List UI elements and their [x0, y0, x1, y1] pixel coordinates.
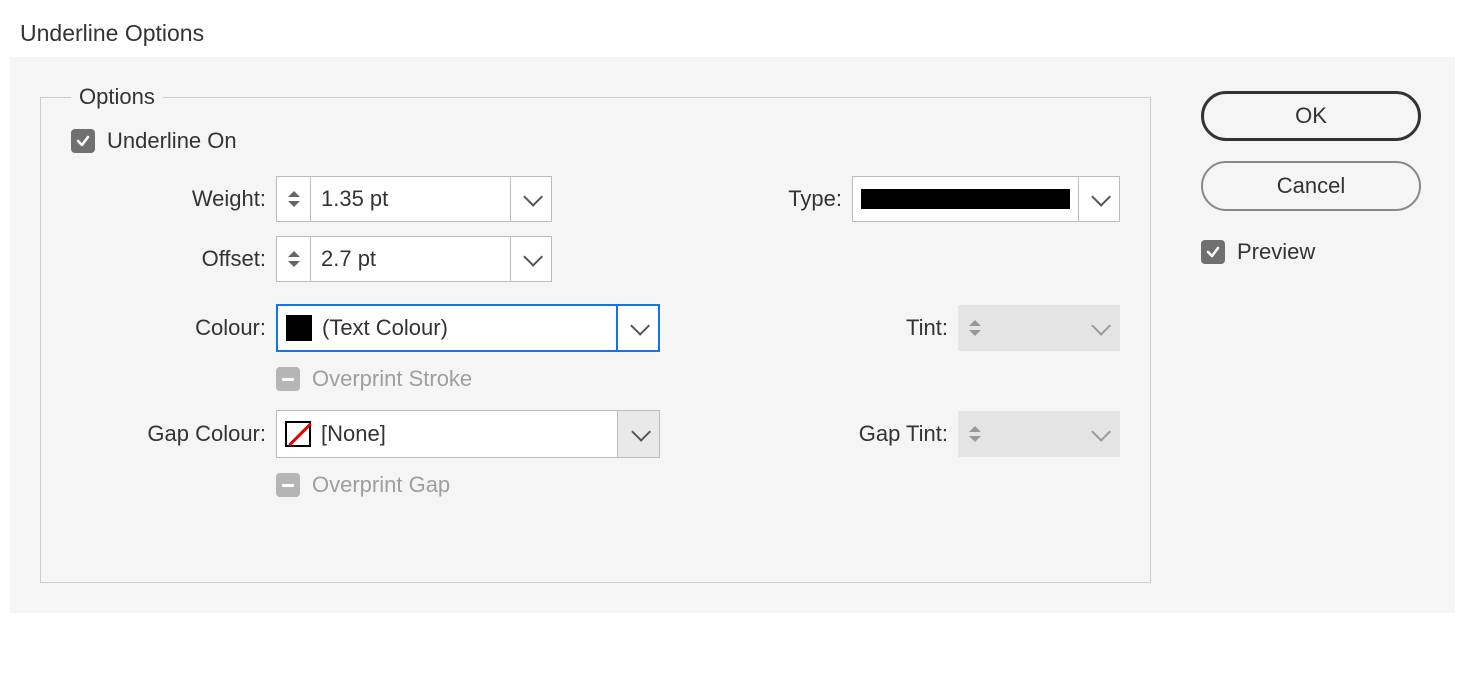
chevron-down-icon	[288, 201, 300, 207]
underline-on-checkbox[interactable]	[71, 129, 95, 153]
colour-dropdown[interactable]	[618, 304, 660, 352]
gap-tint-field	[958, 411, 1120, 457]
gap-colour-dropdown[interactable]	[618, 410, 660, 458]
chevron-up-icon	[969, 426, 981, 432]
chevron-down-icon	[969, 436, 981, 442]
chevron-down-icon	[523, 247, 543, 267]
chevron-down-icon	[1091, 316, 1111, 336]
weight-spinner[interactable]	[276, 176, 310, 222]
right-panel: OK Cancel Preview	[1201, 87, 1421, 265]
chevron-up-icon	[288, 191, 300, 197]
type-dropdown[interactable]	[1078, 176, 1120, 222]
underline-on-row: Underline On	[71, 128, 1120, 154]
overprint-gap-label: Overprint Gap	[312, 472, 450, 498]
chevron-down-icon	[630, 316, 650, 336]
weight-dropdown[interactable]	[510, 176, 552, 222]
underline-on-label: Underline On	[107, 128, 237, 154]
offset-input[interactable]: 2.7 pt	[310, 236, 510, 282]
chevron-up-icon	[288, 251, 300, 257]
overprint-gap-checkbox	[276, 473, 300, 497]
none-swatch-icon	[285, 421, 311, 447]
weight-label: Weight:	[101, 186, 276, 212]
preview-label: Preview	[1237, 239, 1315, 265]
gap-colour-select[interactable]: [None]	[276, 410, 618, 458]
offset-spinner[interactable]	[276, 236, 310, 282]
stroke-sample	[861, 189, 1070, 209]
tint-field	[958, 305, 1120, 351]
chevron-up-icon	[969, 320, 981, 326]
tint-spinner	[958, 305, 992, 351]
chevron-down-icon	[1091, 422, 1111, 442]
options-frame: Options Underline On Weight: 1.35 pt	[40, 97, 1151, 583]
colour-swatch-icon	[286, 315, 312, 341]
options-legend: Options	[71, 84, 163, 110]
colour-value: (Text Colour)	[322, 315, 448, 341]
overprint-stroke-checkbox	[276, 367, 300, 391]
chevron-down-icon	[631, 422, 651, 442]
type-preview[interactable]	[852, 176, 1078, 222]
offset-label: Offset:	[101, 246, 276, 272]
offset-dropdown[interactable]	[510, 236, 552, 282]
colour-select[interactable]: (Text Colour)	[276, 304, 618, 352]
chevron-down-icon	[969, 330, 981, 336]
tint-dropdown	[1078, 305, 1120, 351]
gap-tint-spinner	[958, 411, 992, 457]
preview-checkbox[interactable]	[1201, 240, 1225, 264]
colour-label: Colour:	[101, 315, 276, 341]
chevron-down-icon	[523, 187, 543, 207]
type-label: Type:	[742, 186, 852, 212]
weight-input[interactable]: 1.35 pt	[310, 176, 510, 222]
overprint-stroke-label: Overprint Stroke	[312, 366, 472, 392]
form-grid: Weight: 1.35 pt Type:	[101, 176, 1120, 498]
gap-colour-value: [None]	[321, 421, 386, 447]
chevron-down-icon	[1091, 187, 1111, 207]
cancel-button[interactable]: Cancel	[1201, 161, 1421, 211]
dialog-title: Underline Options	[0, 0, 1465, 57]
chevron-down-icon	[288, 261, 300, 267]
tint-label: Tint:	[848, 315, 958, 341]
gap-colour-label: Gap Colour:	[101, 421, 276, 447]
gap-tint-label: Gap Tint:	[794, 421, 958, 447]
gap-tint-dropdown	[1078, 411, 1120, 457]
ok-button[interactable]: OK	[1201, 91, 1421, 141]
dialog-body: Options Underline On Weight: 1.35 pt	[10, 57, 1455, 613]
